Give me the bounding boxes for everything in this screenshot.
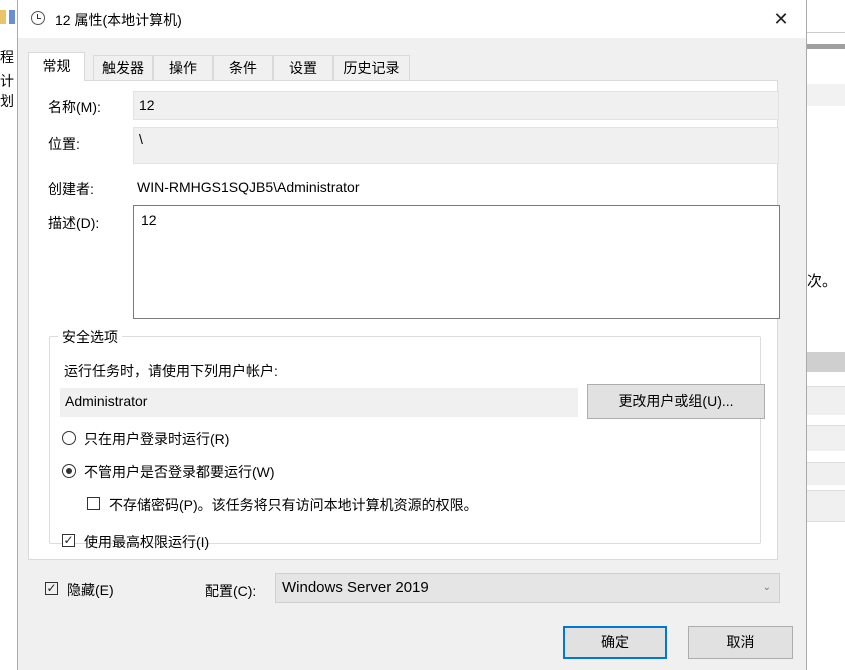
tab-history[interactable]: 历史记录 bbox=[333, 55, 410, 80]
tab-settings[interactable]: 设置 bbox=[273, 55, 333, 80]
background-text: 次。 bbox=[807, 273, 838, 290]
chevron-down-icon: ⌄ bbox=[762, 582, 771, 593]
user-account-field: Administrator bbox=[60, 388, 578, 417]
tab-conditions[interactable]: 条件 bbox=[213, 55, 273, 80]
background-window-left: 程 计划 bbox=[0, 0, 18, 670]
radio-run-whether-logged-on-label[interactable]: 不管用户是否登录都要运行(W) bbox=[84, 462, 275, 482]
name-label: 名称(M): bbox=[48, 99, 101, 115]
hidden-label[interactable]: 隐藏(E) bbox=[67, 580, 114, 600]
author-value: WIN-RMHGS1SQJB5\Administrator bbox=[137, 179, 360, 195]
configure-label: 配置(C): bbox=[205, 583, 257, 599]
ok-button[interactable]: 确定 bbox=[563, 626, 667, 659]
security-options-group: 安全选项 运行任务时，请使用下列用户帐户: Administrator 更改用户… bbox=[49, 327, 765, 550]
description-label: 描述(D): bbox=[48, 215, 100, 231]
title-bar[interactable]: 12 属性(本地计算机) ✕ bbox=[18, 0, 806, 38]
tab-general[interactable]: 常规 bbox=[28, 52, 85, 81]
background-window-right: 次。 bbox=[805, 0, 845, 670]
name-field[interactable]: 12 bbox=[133, 91, 779, 120]
do-not-store-password-checkbox[interactable] bbox=[87, 497, 100, 510]
radio-run-whether-logged-on[interactable] bbox=[62, 464, 76, 478]
close-button[interactable]: ✕ bbox=[758, 2, 804, 36]
folder-icon bbox=[0, 10, 6, 24]
configure-dropdown-value: Windows Server 2019 bbox=[282, 579, 429, 596]
author-label: 创建者: bbox=[48, 181, 94, 197]
general-tab-panel: 名称(M): 12 位置: \ 创建者: WIN-RMHGS1SQJB5\Adm… bbox=[28, 80, 780, 560]
location-label: 位置: bbox=[48, 136, 80, 152]
do-not-store-password-label[interactable]: 不存储密码(P)。该任务将只有访问本地计算机资源的权限。 bbox=[109, 495, 478, 515]
background-text: 计划 bbox=[0, 73, 14, 109]
run-highest-privileges-label[interactable]: 使用最高权限运行(I) bbox=[84, 532, 209, 552]
background-text: 程 bbox=[0, 49, 14, 65]
run-highest-privileges-checkbox[interactable]: ✓ bbox=[62, 534, 75, 547]
configure-dropdown[interactable]: Windows Server 2019 ⌄ bbox=[275, 573, 780, 603]
hidden-checkbox[interactable]: ✓ bbox=[45, 582, 58, 595]
radio-run-only-logged-on-label[interactable]: 只在用户登录时运行(R) bbox=[84, 429, 229, 449]
description-textarea[interactable]: 12 bbox=[133, 205, 780, 319]
change-user-button[interactable]: 更改用户或组(U)... bbox=[587, 384, 765, 419]
run-as-prompt: 运行任务时，请使用下列用户帐户: bbox=[64, 363, 278, 379]
clock-icon bbox=[31, 11, 45, 25]
dialog-title: 12 属性(本地计算机) bbox=[55, 12, 182, 28]
tab-actions[interactable]: 操作 bbox=[153, 55, 213, 80]
radio-run-only-logged-on[interactable] bbox=[62, 431, 76, 445]
cancel-button[interactable]: 取消 bbox=[688, 626, 793, 659]
properties-dialog: 12 属性(本地计算机) ✕ 常规 触发器 操作 条件 设置 历史记录 名称(M… bbox=[17, 0, 807, 670]
document-icon bbox=[9, 10, 15, 24]
security-options-title: 安全选项 bbox=[58, 327, 122, 347]
tab-triggers[interactable]: 触发器 bbox=[93, 55, 153, 80]
location-field[interactable]: \ bbox=[133, 127, 779, 164]
